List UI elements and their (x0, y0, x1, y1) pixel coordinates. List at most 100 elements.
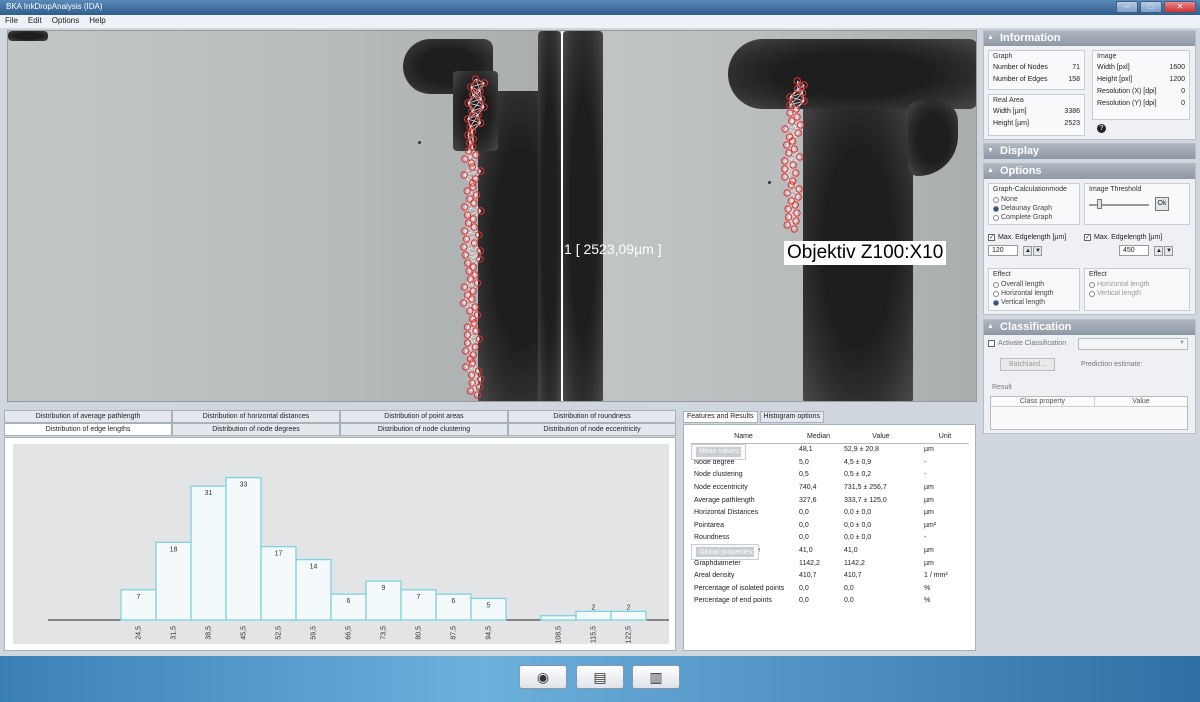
max-edge-input-2[interactable]: 450 (1119, 245, 1149, 256)
max-edge-2: ✓ Max. Edgelength [µm] 450 ▲ ▼ (1084, 234, 1174, 256)
table-cell: 740,4 (799, 484, 817, 492)
table-row[interactable]: Percentage of isolated points 0,0 0,0% (691, 582, 969, 595)
max-edge-label-1: Max. Edgelength [µm] (998, 234, 1067, 241)
radio-vertical-length-2[interactable]: Vertical length (1089, 289, 1185, 298)
table-cell: % (924, 584, 931, 592)
table-cell: 1142,2 (799, 559, 820, 567)
graph-node (461, 203, 469, 211)
information-header[interactable]: ▲ Information (984, 31, 1195, 46)
table-cell: µm (924, 547, 934, 555)
effect-group-2: Effect Horizontal length Vertical length (1084, 268, 1190, 311)
batch-button[interactable]: Batchlaed... (1000, 358, 1055, 371)
table-cell: Pointarea (694, 521, 724, 529)
minimize-button[interactable]: – (1116, 1, 1138, 13)
plot-area: 7 24,5 18 31,5 31 38,5 33 45,5 17 52,5 14 59,5 6 66,5… (13, 444, 669, 644)
help-icon[interactable]: ? (1097, 124, 1106, 133)
graph-node (464, 99, 472, 107)
threshold-ok-button[interactable]: Ok (1155, 197, 1169, 211)
table-row[interactable]: Pointarea 0,0 0,0 ± 0,0 µm² (691, 519, 969, 532)
tab-horizontal-distances[interactable]: Distribution of horizontal distances (172, 410, 340, 423)
display-header[interactable]: ▼ Display (984, 144, 1195, 159)
x-tick-label: 73,5 (381, 626, 388, 640)
graph-group: Graph Number of Nodes 71 Number of Edges 1… (988, 50, 1085, 90)
max-edge-checkbox-2[interactable]: ✓ Max. Edgelength [µm] (1084, 234, 1173, 241)
printer-icon[interactable]: ▤ (576, 665, 624, 689)
spin-up-icon[interactable]: ▲ (1023, 245, 1033, 256)
table-cell: Node clustering (694, 471, 743, 479)
radio-horizontal-length[interactable]: Horizontal length (993, 289, 1075, 298)
chart-tabs-top: Distribution of average pathlength Distr… (4, 410, 676, 423)
table-row[interactable]: Node eccentricity 740,4 731,5 ± 256,7 µm (691, 481, 969, 494)
tab-node-eccentricity[interactable]: Distribution of node eccentricity (508, 423, 676, 436)
classification-title: Classification (1000, 321, 1072, 333)
radio-horizontal-length-2[interactable]: Horizontal length (1089, 280, 1185, 289)
spin-up-icon[interactable]: ▲ (1154, 245, 1164, 256)
tab-roundness[interactable]: Distribution of roundness (508, 410, 676, 423)
image-divider[interactable] (561, 31, 563, 401)
table-row[interactable]: Average pathlength 327,6 333,7 ± 125,0 µm (691, 494, 969, 507)
measure-value: [ 2523,09µm ] (575, 241, 662, 257)
histogram-bar (190, 485, 227, 621)
spin-down-icon[interactable]: ▼ (1033, 245, 1043, 256)
disc-icon[interactable]: ◉ (519, 665, 567, 689)
tab-average-pathlength[interactable]: Distribution of average pathlength (4, 410, 172, 423)
image-viewer[interactable]: 1 [ 2523,09µm ] Objektiv Z100:X10 (7, 30, 977, 402)
table-cell: µm (924, 559, 934, 567)
tab-features-results[interactable]: Features and Results (683, 411, 758, 423)
menu-help[interactable]: Help (89, 16, 105, 27)
information-section: ▲ Information Graph Number of Nodes 71 Num… (983, 30, 1196, 140)
table-row[interactable]: Roundness 0,0 0,0 ± 0,0 - (691, 532, 969, 545)
calc-mode-group: Graph-Calculationmode None Delaunay Grap… (988, 183, 1080, 225)
table-cell: 0,0 (799, 534, 809, 542)
menu-options[interactable]: Options (52, 16, 80, 27)
options-header[interactable]: ▲ Options (984, 164, 1195, 179)
result-label: Result (992, 384, 1012, 391)
tab-node-clustering[interactable]: Distribution of node clustering (340, 423, 508, 436)
radio-label: None (1001, 196, 1018, 203)
menu-edit[interactable]: Edit (28, 16, 42, 27)
threshold-group: Image Threshold Ok (1084, 183, 1190, 225)
table-cell: µm (924, 484, 934, 492)
slider-thumb[interactable] (1097, 199, 1102, 209)
table-row[interactable]: Percentage of end points 0,0 0,0% (691, 595, 969, 608)
max-edge-input-1[interactable]: 120 (988, 245, 1018, 256)
radio-none[interactable]: None (993, 195, 1075, 204)
table-row[interactable]: Areal density 410,7 410,7 1 / mm² (691, 569, 969, 582)
table-cell: 0,0 (799, 584, 809, 592)
activate-classification-checkbox[interactable]: Activate Classification (988, 340, 1066, 347)
menu-file[interactable]: File (5, 16, 18, 27)
radio-complete[interactable]: Complete Graph (993, 213, 1075, 222)
info-key: Number of Edges (993, 76, 1048, 83)
info-row: Width [pxl] 1600 (1097, 62, 1185, 74)
table-row[interactable]: Horizontal Distances 0,0 0,0 ± 0,0 µm (691, 506, 969, 519)
table-cell: 0,0 (799, 521, 809, 529)
radio-overall-length[interactable]: Overall length (993, 280, 1075, 289)
x-tick-label: 38,5 (206, 626, 213, 640)
table-cell: 410,7 (844, 572, 862, 580)
maximize-button[interactable]: □ (1140, 1, 1162, 13)
x-tick-label: 31,5 (171, 626, 178, 640)
spin-down-icon[interactable]: ▼ (1164, 245, 1174, 256)
table-cell: µm (924, 509, 934, 517)
classification-header[interactable]: ▲ Classification (984, 320, 1195, 335)
bar-value-label: 6 (452, 598, 456, 605)
max-edge-checkbox-1[interactable]: ✓ Max. Edgelength [µm] (988, 234, 1066, 241)
information-title: Information (1000, 32, 1061, 44)
report-icon[interactable]: ▥ (632, 665, 680, 689)
tab-node-degrees[interactable]: Distribution of node degrees (172, 423, 340, 436)
x-tick-label: 122,5 (626, 626, 633, 644)
max-edge-label-2: Max. Edgelength [µm] (1094, 234, 1163, 241)
table-cell: Horizontal Distances (694, 509, 759, 517)
table-row[interactable]: Node clustering 0,5 0,5 ± 0,2 - (691, 469, 969, 482)
radio-delaunay[interactable]: Delaunay Graph (993, 204, 1075, 213)
radio-vertical-length[interactable]: Vertical length (993, 298, 1075, 307)
title-bar: BKA InkDropAnalysis (IDA) – □ ✕ (0, 0, 1200, 15)
table-cell: 41,0 (799, 547, 813, 555)
close-button[interactable]: ✕ (1164, 1, 1196, 13)
table-cell: % (924, 597, 931, 605)
group-title: Mean values: (696, 446, 741, 457)
tab-histogram-options[interactable]: Histogram options (759, 411, 824, 423)
tab-point-areas[interactable]: Distribution of point areas (340, 410, 508, 423)
classifier-select[interactable]: ▼ (1078, 338, 1188, 350)
tab-edge-lengths[interactable]: Distribution of edge lengths (4, 423, 172, 436)
